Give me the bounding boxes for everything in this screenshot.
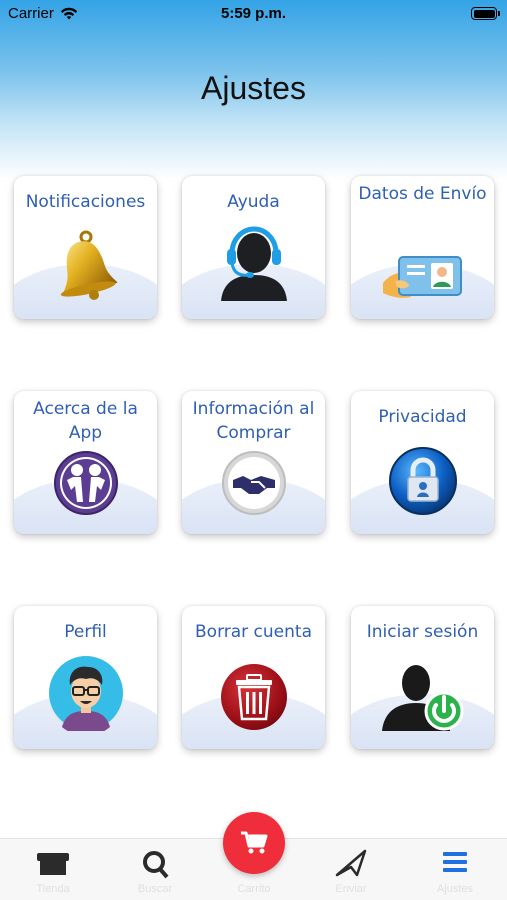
page-title: Ajustes <box>201 70 306 106</box>
tile-label: Privacidad <box>378 407 467 427</box>
cart-icon <box>241 831 268 854</box>
tile-datos-de-envio[interactable]: Datos de Envío <box>351 176 494 319</box>
tab-tienda[interactable]: Tienda <box>8 839 98 900</box>
send-icon <box>335 849 367 877</box>
tile-label: Ayuda <box>227 192 280 212</box>
handshake-icon <box>221 451 286 515</box>
login-power-icon <box>381 665 463 731</box>
tile-label: Información al Comprar <box>192 399 315 443</box>
tile-label: Datos de Envío <box>358 184 487 204</box>
cart-fab-button[interactable] <box>223 812 285 874</box>
tile-label: Borrar cuenta <box>195 622 312 642</box>
battery-icon <box>471 7 500 20</box>
user-avatar-icon <box>48 656 123 731</box>
tile-privacidad[interactable]: Privacidad <box>351 391 494 534</box>
search-icon <box>143 851 169 879</box>
tile-label: Notificaciones <box>25 192 146 212</box>
status-bar: Carrier 5:59 p.m. <box>0 0 507 28</box>
id-card-icon <box>382 256 462 298</box>
tile-label: Iniciar sesión <box>366 622 479 642</box>
trash-icon <box>220 664 287 730</box>
tile-perfil[interactable]: Perfil <box>14 606 157 749</box>
tab-ajustes[interactable]: Ajustes <box>410 839 500 900</box>
tile-label: Perfil <box>64 622 107 642</box>
lock-icon <box>388 447 457 515</box>
support-agent-icon <box>220 226 287 301</box>
tile-label: Acerca de la App <box>33 399 138 443</box>
tab-label: Ajustes <box>436 883 474 895</box>
bell-icon <box>60 230 118 300</box>
tile-ayuda[interactable]: Ayuda <box>182 176 325 319</box>
status-time: 5:59 p.m. <box>220 5 287 22</box>
menu-icon <box>443 852 467 872</box>
settings-screen: Carrier 5:59 p.m. Ajustes Notificaciones <box>0 0 507 900</box>
store-icon <box>37 853 69 875</box>
tile-borrar-cuenta[interactable]: Borrar cuenta <box>182 606 325 749</box>
tile-acerca-de-la-app[interactable]: Acerca de la App <box>14 391 157 534</box>
tile-notificaciones[interactable]: Notificaciones <box>14 176 157 319</box>
tile-informacion-al-comprar[interactable]: Información al Comprar <box>182 391 325 534</box>
tile-iniciar-sesion[interactable]: Iniciar sesión <box>351 606 494 749</box>
tab-label: Tienda <box>36 883 70 895</box>
people-icon <box>53 451 118 515</box>
